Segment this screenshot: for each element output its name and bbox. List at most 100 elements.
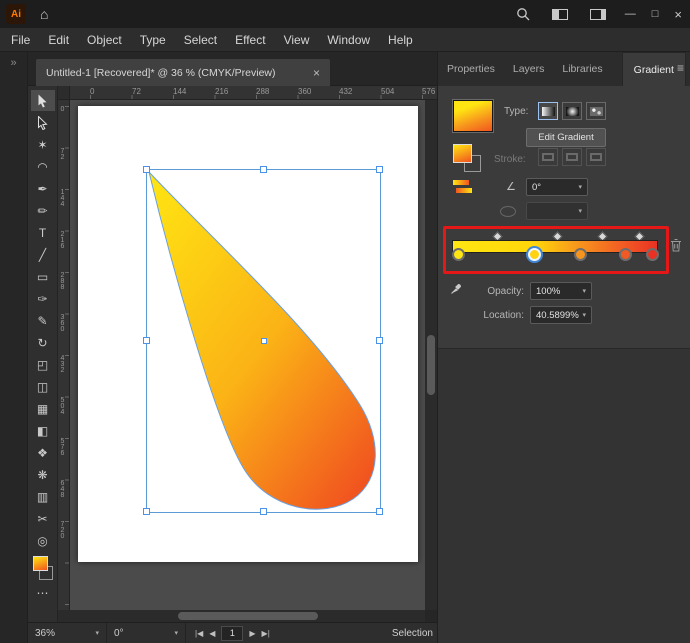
handle-middle-right[interactable] <box>376 337 383 344</box>
tab-layers[interactable]: Layers <box>504 52 554 86</box>
tab-close-icon[interactable]: × <box>313 66 320 80</box>
pencil-tool[interactable]: ✎ <box>31 310 55 331</box>
column-graph-tool[interactable]: ▥ <box>31 486 55 507</box>
center-point-handle[interactable] <box>261 338 267 344</box>
more-tools-button[interactable]: ⋯ <box>31 582 55 603</box>
chevron-down-icon: ▾ <box>578 207 582 215</box>
next-artboard-button[interactable]: ▶ <box>249 629 255 638</box>
rotation-dropdown[interactable]: 0° ▾ <box>107 623 186 643</box>
gradient-stop[interactable] <box>574 248 587 261</box>
line-segment-tool[interactable]: ╱ <box>31 244 55 265</box>
zoom-dropdown[interactable]: 36% ▾ <box>28 623 107 643</box>
canvas[interactable] <box>70 100 425 610</box>
magic-wand-tool[interactable]: ✶ <box>31 134 55 155</box>
handle-bottom-left[interactable] <box>143 508 150 515</box>
gradient-tool[interactable]: ◧ <box>31 420 55 441</box>
pen-tool[interactable]: ✒ <box>31 178 55 199</box>
shape-builder-tool[interactable]: ◫ <box>31 376 55 397</box>
previous-artboard-button[interactable]: ◀ <box>209 629 215 638</box>
arrange-documents-icon[interactable] <box>552 9 568 20</box>
app-logo-icon: Ai <box>6 4 26 24</box>
vertical-ruler[interactable]: 072144216288360432504576648720 <box>58 100 70 610</box>
chevron-down-icon: ▾ <box>578 183 582 191</box>
selection-tool[interactable] <box>31 90 55 111</box>
document-tab[interactable]: Untitled-1 [Recovered]* @ 36 % (CMYK/Pre… <box>36 59 330 86</box>
menu-type[interactable]: Type <box>131 28 175 51</box>
gradient-stop[interactable] <box>619 248 632 261</box>
stroke-along-button[interactable] <box>562 148 582 166</box>
menu-select[interactable]: Select <box>175 28 226 51</box>
horizontal-scroll-thumb[interactable] <box>178 612 318 620</box>
freeform-gradient-button[interactable] <box>586 102 606 120</box>
handle-bottom-right[interactable] <box>376 508 383 515</box>
reverse-gradient-icon[interactable] <box>453 180 473 193</box>
linear-gradient-button[interactable] <box>538 102 558 120</box>
menu-object[interactable]: Object <box>78 28 131 51</box>
menu-window[interactable]: Window <box>318 28 379 51</box>
angle-dropdown[interactable]: 0° ▾ <box>526 178 588 196</box>
direct-selection-tool[interactable] <box>31 112 55 133</box>
maximize-button[interactable]: □ <box>652 8 659 20</box>
home-icon[interactable]: ⌂ <box>40 6 48 22</box>
mesh-tool[interactable]: ▦ <box>31 398 55 419</box>
radial-gradient-button[interactable] <box>562 102 582 120</box>
tab-properties[interactable]: Properties <box>438 52 504 86</box>
menu-help[interactable]: Help <box>379 28 422 51</box>
scale-tool[interactable]: ◰ <box>31 354 55 375</box>
fill-proxy-swatch[interactable] <box>453 144 472 163</box>
location-label: Location: <box>456 310 524 321</box>
gradient-stop[interactable] <box>452 248 465 261</box>
handle-bottom-middle[interactable] <box>260 508 267 515</box>
horizontal-scrollbar[interactable] <box>58 610 425 622</box>
blend-tool[interactable]: ❖ <box>31 442 55 463</box>
curvature-tool[interactable]: ✏ <box>31 200 55 221</box>
opacity-dropdown[interactable]: 100% ▾ <box>530 282 592 300</box>
document-tab-bar: Untitled-1 [Recovered]* @ 36 % (CMYK/Pre… <box>28 52 437 86</box>
slice-tool[interactable]: ✂ <box>31 508 55 529</box>
artboard-navigation: |◀ ◀ 1 ▶ ▶| <box>186 626 279 641</box>
horizontal-ruler[interactable]: 072144216288360432504576 <box>70 86 437 100</box>
first-artboard-button[interactable]: |◀ <box>195 629 203 638</box>
menu-view[interactable]: View <box>275 28 319 51</box>
minimize-button[interactable]: — <box>625 8 636 20</box>
zoom-tool[interactable]: ◎ <box>31 530 55 551</box>
lasso-tool[interactable]: ◠ <box>31 156 55 177</box>
artboard-number-field[interactable]: 1 <box>221 626 243 641</box>
type-tool[interactable]: T <box>31 222 55 243</box>
close-window-button[interactable]: × <box>674 7 682 22</box>
handle-middle-left[interactable] <box>143 337 150 344</box>
ruler-origin-corner[interactable] <box>58 86 70 100</box>
fill-swatch[interactable] <box>33 556 48 571</box>
fill-stroke-widget[interactable] <box>453 144 481 172</box>
rotate-tool[interactable]: ↻ <box>31 332 55 353</box>
gradient-stop[interactable] <box>646 248 659 261</box>
menu-file[interactable]: File <box>2 28 39 51</box>
fill-stroke-indicator[interactable] <box>31 555 55 581</box>
menu-edit[interactable]: Edit <box>39 28 78 51</box>
location-dropdown[interactable]: 40.5899% ▾ <box>530 306 592 324</box>
menu-effect[interactable]: Effect <box>226 28 274 51</box>
selection-bounding-box[interactable] <box>146 169 381 513</box>
handle-top-middle[interactable] <box>260 166 267 173</box>
stroke-across-button[interactable] <box>586 148 606 166</box>
gradient-stop[interactable] <box>528 248 541 261</box>
right-panel: Properties Layers Libraries Gradient ≡ T… <box>437 52 690 643</box>
gradient-preview-swatch[interactable] <box>453 100 493 132</box>
edit-gradient-button[interactable]: Edit Gradient <box>526 128 606 147</box>
handle-top-right[interactable] <box>376 166 383 173</box>
last-artboard-button[interactable]: ▶| <box>262 629 270 638</box>
vertical-scrollbar[interactable] <box>425 100 437 610</box>
rectangle-tool[interactable]: ▭ <box>31 266 55 287</box>
search-icon[interactable] <box>516 7 530 21</box>
panel-menu-icon[interactable]: ≡ <box>677 61 684 75</box>
tab-libraries[interactable]: Libraries <box>553 52 611 86</box>
paintbrush-tool[interactable]: ✑ <box>31 288 55 309</box>
symbol-sprayer-tool[interactable]: ❋ <box>31 464 55 485</box>
stroke-within-button[interactable] <box>538 148 558 166</box>
aspect-ratio-dropdown[interactable]: ▾ <box>526 202 588 220</box>
workspace-switcher-icon[interactable] <box>590 9 606 20</box>
handle-top-left[interactable] <box>143 166 150 173</box>
delete-stop-icon[interactable] <box>670 238 682 257</box>
collapse-panels-icon[interactable]: » <box>10 57 16 69</box>
vertical-scroll-thumb[interactable] <box>427 335 435 395</box>
